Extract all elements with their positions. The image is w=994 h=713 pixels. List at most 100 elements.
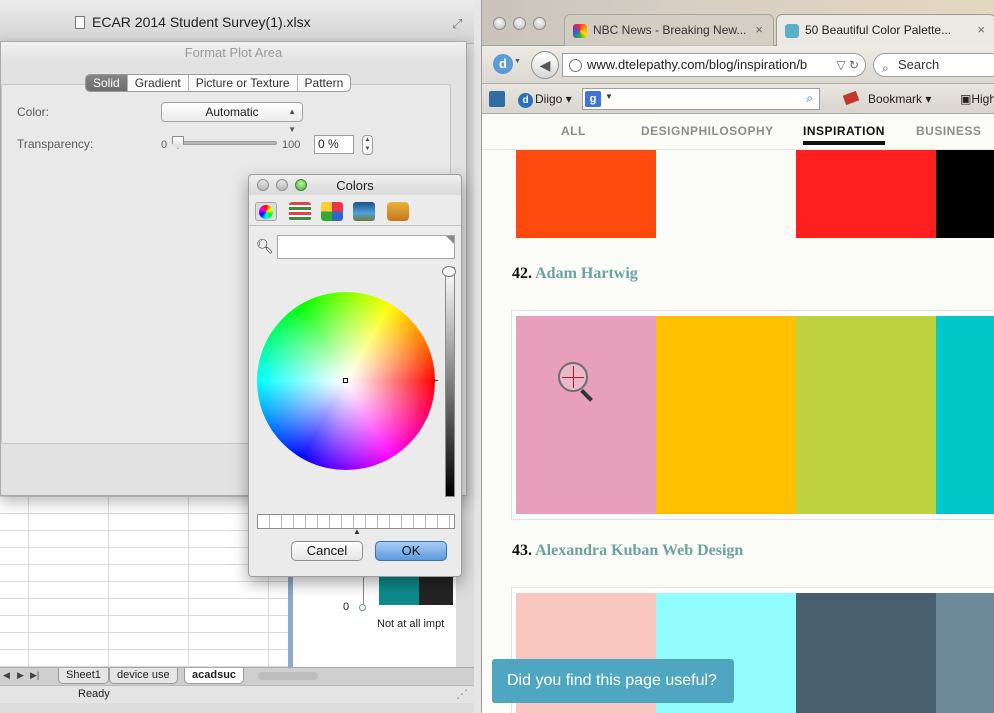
transparency-min-label: 0 — [161, 139, 168, 151]
fullscreen-icon[interactable]: ⤢ — [452, 16, 462, 32]
dtelepathy-icon — [785, 24, 799, 38]
color-swatch[interactable] — [516, 316, 656, 514]
feedback-prompt-button[interactable]: Did you find this page useful? — [492, 659, 734, 703]
palette-42-swatches[interactable] — [516, 316, 994, 514]
colors-title-bar: Colors — [249, 175, 461, 195]
crayons-icon[interactable] — [387, 202, 409, 221]
color-swatch[interactable] — [936, 150, 994, 238]
color-mode-toolbar — [249, 196, 461, 226]
reload-icon[interactable]: ▽ ↻ — [836, 54, 859, 76]
color-swatch[interactable] — [656, 150, 796, 238]
brightness-slider-knob[interactable] — [442, 266, 456, 277]
search-icon: ⌕ — [882, 61, 889, 75]
chart-bar[interactable] — [419, 575, 453, 605]
color-label: Color: — [17, 105, 50, 119]
url-bar[interactable]: www.dtelepathy.com/blog/inspiration/b ▽ … — [562, 53, 866, 77]
next-sheet-icon[interactable]: ▶ — [17, 670, 24, 681]
color-swatch[interactable] — [516, 150, 656, 238]
horizontal-scrollbar[interactable] — [258, 672, 318, 680]
color-wheel-icon[interactable] — [255, 202, 277, 221]
sidebar-toggle-icon[interactable] — [489, 91, 505, 107]
category-link[interactable]: ALL — [561, 124, 586, 138]
palette-42-link[interactable]: Adam Hartwig — [535, 265, 638, 282]
cancel-button[interactable]: Cancel — [291, 541, 363, 561]
sheet-tab-bar: ◀ ▶ ▶| Sheet1 device use acadsuc — [0, 667, 474, 685]
diigo-menu-button[interactable]: d Diigo ▾ — [518, 89, 572, 109]
close-tab-icon[interactable]: × — [755, 15, 763, 45]
browser-tab-bar: NBC News - Breaking New... × 50 Beautifu… — [482, 0, 994, 46]
highlight-button[interactable]: ▣Highl — [960, 89, 994, 109]
diigo-icon[interactable]: d — [493, 54, 513, 74]
ok-button[interactable]: OK — [375, 541, 447, 561]
search-input[interactable]: ⌕ Search — [873, 53, 994, 77]
color-swatch[interactable] — [796, 593, 936, 713]
dialog-title: Format Plot Area — [1, 42, 466, 64]
sheet-tab[interactable]: device use — [109, 668, 178, 684]
category-link[interactable]: PHILOSOPHY — [690, 124, 774, 138]
close-tab-icon[interactable]: × — [977, 15, 985, 45]
browser-tab-nbc[interactable]: NBC News - Breaking New... × — [564, 14, 774, 46]
swatch-drag-handle-icon[interactable]: ▲ — [353, 527, 361, 536]
search-icon[interactable]: ⌕ — [806, 91, 813, 106]
chevron-down-icon[interactable]: ▼ — [605, 92, 613, 101]
search-icon: 🔍︎ — [256, 238, 274, 254]
chart-handle[interactable] — [359, 604, 366, 611]
color-popup-button[interactable]: Automatic ▲ ▼ — [161, 102, 303, 134]
bookmarks-toolbar: dDiigo ▾ g ▼ ⌕ Bookmark ▾ ▣Highl — [482, 84, 994, 114]
tab-title: 50 Beautiful Color Palette... — [805, 23, 952, 37]
fill-tab[interactable]: Pattern — [298, 75, 351, 91]
tab-title: NBC News - Breaking New... — [593, 23, 747, 37]
last-sheet-icon[interactable]: ▶| — [30, 670, 39, 681]
google-icon: g — [585, 91, 601, 107]
chart-bar[interactable] — [379, 575, 419, 605]
sheet-tab[interactable]: Sheet1 — [58, 668, 109, 684]
image-palettes-icon[interactable] — [353, 202, 375, 221]
palette-43-heading: 43. Alexandra Kuban Web Design — [512, 542, 744, 559]
chevron-down-icon[interactable]: ▼ — [514, 58, 521, 65]
color-swatch[interactable] — [796, 316, 936, 514]
resize-grip-icon[interactable]: ⋰ — [456, 687, 468, 701]
palette-43-link[interactable]: Alexandra Kuban Web Design — [535, 542, 743, 559]
document-icon — [75, 16, 85, 29]
back-button[interactable]: ◀ — [531, 51, 559, 79]
fill-tab[interactable]: Solid — [86, 75, 128, 91]
color-swatch[interactable] — [796, 150, 936, 238]
fill-tab[interactable]: Gradient — [128, 75, 189, 91]
color-swatch[interactable] — [936, 316, 994, 514]
transparency-input[interactable]: 0 % — [314, 135, 354, 154]
category-link[interactable]: DESIGN — [641, 124, 690, 138]
excel-title-bar: ECAR 2014 Student Survey(1).xlsx ⤢ — [0, 0, 474, 44]
fill-type-tabs: Solid Gradient Picture or Texture Pattern — [85, 74, 352, 92]
bookmark-button[interactable]: Bookmark ▾ — [842, 89, 931, 109]
magnifier-cursor-icon — [558, 362, 588, 392]
color-swatch[interactable] — [936, 593, 994, 713]
url-text: www.dtelepathy.com/blog/inspiration/b — [587, 57, 808, 72]
category-nav: ALL DESIGN PHILOSOPHY INSPIRATION BUSINESS — [482, 114, 994, 150]
chevron-updown-icon: ▲ ▼ — [288, 107, 296, 134]
category-link[interactable]: BUSINESS — [916, 124, 981, 138]
spreadsheet-grid[interactable] — [0, 497, 288, 667]
first-sheet-icon[interactable]: ◀ — [3, 670, 10, 681]
fill-tab[interactable]: Picture or Texture — [189, 75, 298, 91]
google-search-input[interactable]: g ▼ ⌕ — [582, 88, 820, 110]
category-link[interactable]: INSPIRATION — [803, 124, 885, 145]
globe-icon — [569, 59, 582, 72]
color-wheel-tick — [434, 380, 438, 381]
browser-tab-dtelepathy[interactable]: 50 Beautiful Color Palette... × — [776, 14, 994, 46]
zoom-window-icon[interactable] — [533, 17, 546, 30]
nbc-peacock-icon — [573, 24, 587, 38]
workbook-title: ECAR 2014 Student Survey(1).xlsx — [92, 14, 311, 30]
brightness-slider[interactable] — [445, 267, 455, 497]
transparency-stepper[interactable]: ▲ ▼ — [362, 135, 373, 155]
color-palettes-icon[interactable] — [321, 202, 343, 221]
chart-category-label: Not at all impt — [377, 618, 445, 630]
color-wheel-cursor[interactable] — [343, 378, 348, 383]
color-search-input[interactable] — [277, 235, 455, 259]
color-value: Automatic — [205, 105, 259, 119]
color-sliders-icon[interactable] — [289, 202, 311, 221]
sheet-tab[interactable]: acadsuc — [184, 668, 245, 684]
transparency-slider[interactable] — [173, 141, 277, 145]
close-window-icon[interactable] — [493, 17, 506, 30]
color-swatch[interactable] — [656, 316, 796, 514]
minimize-window-icon[interactable] — [513, 17, 526, 30]
